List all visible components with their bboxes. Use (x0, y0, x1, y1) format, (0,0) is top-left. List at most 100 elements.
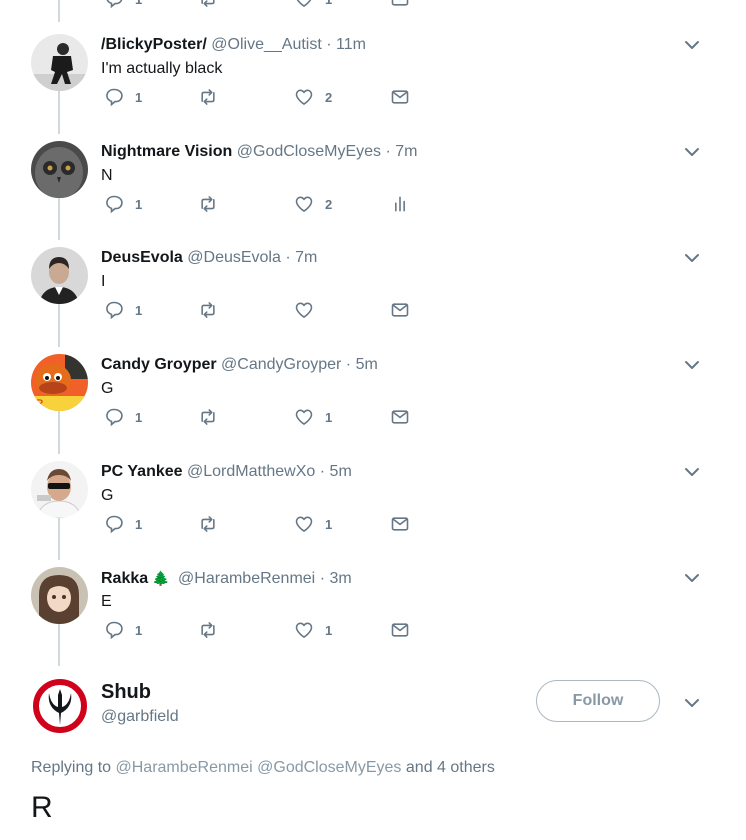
like-button[interactable]: 1 (294, 0, 332, 10)
share-button[interactable] (390, 619, 410, 641)
main-tweet-text: R (31, 791, 53, 824)
chevron-down-icon[interactable] (683, 38, 701, 52)
handle[interactable]: @Olive__Autist (211, 36, 322, 53)
like-button[interactable]: 1 (294, 513, 332, 535)
reply-tweet[interactable]: PC Yankee @LordMatthewXo · 5m G 1 1 (0, 461, 746, 567)
display-name[interactable]: Candy Groyper (101, 356, 217, 373)
timestamp[interactable]: 11m (336, 36, 366, 53)
handle[interactable]: @CandyGroyper (221, 356, 341, 373)
share-button[interactable] (390, 513, 410, 535)
tweet-header: Candy Groyper @CandyGroyper · 5m (101, 354, 378, 376)
retweet-button[interactable] (198, 619, 218, 641)
main-display-name[interactable]: Shub (101, 680, 151, 704)
mail-icon (391, 623, 409, 637)
retweet-button[interactable] (198, 0, 218, 10)
svg-text:R: R (35, 398, 43, 410)
chevron-down-icon[interactable] (683, 696, 701, 710)
reply-tweet[interactable]: DeusEvola @DeusEvola · 7m I 1 (0, 247, 746, 353)
like-button[interactable]: 2 (294, 86, 332, 108)
chevron-down-icon[interactable] (683, 465, 701, 479)
mail-icon (391, 517, 409, 531)
tweet-text: N (101, 167, 113, 184)
reply-icon (106, 621, 123, 640)
retweet-icon (201, 0, 215, 7)
tweet-header: Rakka 🌲 @HarambeRenmei · 3m (101, 567, 352, 589)
like-button[interactable]: 1 (294, 406, 332, 428)
reply-count: 1 (135, 622, 143, 638)
timestamp[interactable]: 7m (395, 143, 417, 160)
like-count: 1 (325, 516, 333, 532)
avatar[interactable] (31, 141, 88, 198)
tweet-header: PC Yankee @LordMatthewXo · 5m (101, 461, 352, 483)
replying-to-link[interactable]: @GodCloseMyEyes (257, 759, 401, 776)
main-handle[interactable]: @garbfield (101, 707, 179, 727)
chevron-down-icon[interactable] (683, 145, 701, 159)
reply-tweet[interactable]: /BlickyPoster/ @Olive__Autist · 11m I'm … (0, 34, 746, 140)
avatar[interactable]: R (31, 354, 88, 411)
share-button[interactable] (390, 299, 410, 321)
like-count: 1 (325, 409, 333, 425)
heart-icon (296, 0, 312, 7)
tweet-text: G (101, 487, 114, 504)
timestamp[interactable]: 5m (356, 356, 378, 373)
replying-to-link[interactable]: @HarambeRenmei (116, 759, 253, 776)
display-name[interactable]: /BlickyPoster/ (101, 36, 207, 53)
chevron-down-icon[interactable] (683, 251, 701, 265)
avatar[interactable] (31, 247, 88, 304)
display-name[interactable]: DeusEvola (101, 249, 183, 266)
handle[interactable]: @HarambeRenmei (178, 570, 315, 587)
handle[interactable]: @DeusEvola (187, 249, 281, 266)
display-name[interactable]: Nightmare Vision (101, 143, 232, 160)
reply-button[interactable]: 1 (104, 0, 142, 10)
retweet-button[interactable] (198, 299, 218, 321)
retweet-button[interactable] (198, 193, 218, 215)
tweet-header: DeusEvola @DeusEvola · 7m (101, 247, 317, 269)
avatar[interactable] (31, 34, 88, 91)
tweet-text: I (101, 273, 106, 290)
reply-icon (106, 0, 123, 9)
reply-tweet[interactable]: R Candy Groyper @CandyGroyper · 5m G 1 1 (0, 354, 746, 460)
share-button[interactable] (390, 86, 410, 108)
retweet-button[interactable] (198, 513, 218, 535)
avatar[interactable] (31, 461, 88, 518)
follow-button[interactable]: Follow (536, 680, 660, 722)
reply-button[interactable]: 1 (104, 86, 142, 108)
reply-button[interactable]: 1 (104, 193, 142, 215)
like-button[interactable] (294, 299, 325, 321)
analytics-button[interactable] (390, 193, 410, 215)
reply-tweet[interactable]: Rakka 🌲 @HarambeRenmei · 3m E 1 1 (0, 567, 746, 673)
replying-suffix[interactable]: and 4 others (406, 759, 495, 776)
mail-icon (391, 303, 409, 317)
reply-icon (106, 88, 123, 107)
like-button[interactable]: 2 (294, 193, 332, 215)
retweet-button[interactable] (198, 86, 218, 108)
heart-icon (295, 516, 313, 532)
display-name[interactable]: PC Yankee (101, 463, 183, 480)
timestamp[interactable]: 3m (329, 570, 351, 587)
avatar[interactable] (31, 567, 88, 624)
reply-button[interactable]: 1 (104, 299, 142, 321)
handle[interactable]: @GodCloseMyEyes (237, 143, 381, 160)
display-name[interactable]: Rakka (101, 570, 148, 587)
timestamp[interactable]: 7m (295, 249, 317, 266)
like-count: 2 (325, 89, 333, 105)
like-button[interactable]: 1 (294, 619, 332, 641)
reply-count: 1 (135, 302, 143, 318)
share-button[interactable] (390, 0, 410, 10)
chevron-down-icon[interactable] (683, 571, 701, 585)
main-avatar[interactable] (31, 677, 89, 735)
chevron-down-icon[interactable] (683, 358, 701, 372)
handle[interactable]: @LordMatthewXo (187, 463, 315, 480)
reply-button[interactable]: 1 (104, 513, 142, 535)
quake-logo-icon (31, 677, 89, 735)
share-button[interactable] (390, 406, 410, 428)
replying-to-line: Replying to @HarambeRenmei @GodCloseMyEy… (31, 758, 495, 778)
timestamp[interactable]: 5m (330, 463, 352, 480)
reply-count: 1 (135, 196, 143, 212)
retweet-button[interactable] (198, 406, 218, 428)
tweet-header: /BlickyPoster/ @Olive__Autist · 11m (101, 34, 366, 56)
tweet-text: G (101, 380, 114, 397)
reply-button[interactable]: 1 (104, 619, 142, 641)
reply-tweet[interactable]: Nightmare Vision @GodCloseMyEyes · 7m N … (0, 141, 746, 247)
reply-button[interactable]: 1 (104, 406, 142, 428)
